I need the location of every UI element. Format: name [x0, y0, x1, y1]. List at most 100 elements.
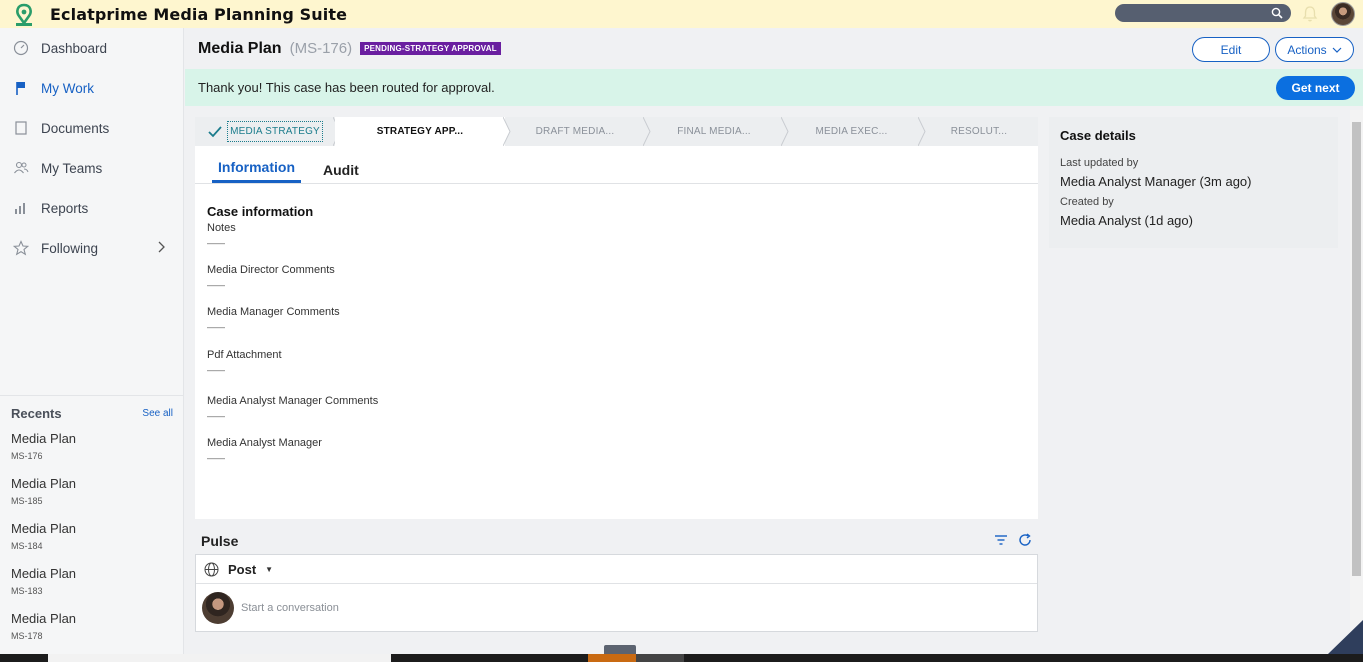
- edit-button[interactable]: Edit: [1192, 37, 1270, 62]
- recent-item[interactable]: Media Plan MS-178: [0, 611, 184, 656]
- success-banner: Thank you! This case has been routed for…: [185, 69, 1363, 106]
- field-value: ——: [207, 365, 225, 375]
- taskbar-app-icon[interactable]: [588, 654, 636, 662]
- app-title: Eclatprime Media Planning Suite: [50, 4, 348, 24]
- recent-item-title: Media Plan: [11, 476, 77, 491]
- app-logo-icon[interactable]: [13, 3, 35, 26]
- teams-icon: [12, 159, 30, 177]
- field-pdf-attachment: Pdf Attachment ——: [207, 349, 1038, 375]
- stage-label: DRAFT MEDIA...: [535, 126, 615, 137]
- sidebar: Dashboard My Work Documents My Teams Rep…: [0, 28, 184, 654]
- sidebar-item-reports[interactable]: Reports: [0, 188, 183, 228]
- vertical-scrollbar[interactable]: [1350, 110, 1363, 654]
- field-notes: Notes ——: [207, 222, 1038, 248]
- search-icon[interactable]: [1271, 7, 1283, 19]
- sidebar-item-documents[interactable]: Documents: [0, 108, 183, 148]
- pulse-composer: Post ▼ Start a conversation: [195, 554, 1038, 632]
- recent-item-title: Media Plan: [11, 566, 77, 581]
- user-avatar[interactable]: [1331, 2, 1355, 26]
- stage-final-media[interactable]: FINAL MEDIA...: [645, 117, 789, 146]
- recent-item-id: MS-176: [11, 451, 43, 461]
- field-label: Media Analyst Manager: [207, 437, 322, 449]
- case-details-title: Case details: [1060, 128, 1136, 143]
- star-icon: [12, 239, 30, 257]
- get-next-label: Get next: [1291, 81, 1340, 95]
- sidebar-item-label: Following: [41, 240, 99, 256]
- taskbar-search[interactable]: [48, 654, 391, 662]
- last-updated-label: Last updated by: [1060, 157, 1139, 169]
- sidebar-item-label: My Work: [41, 80, 94, 96]
- scrollbar-thumb[interactable]: [1352, 122, 1361, 576]
- last-updated-value: Media Analyst Manager (3m ago): [1060, 174, 1252, 189]
- notification-bell-icon[interactable]: [1302, 5, 1318, 28]
- sidebar-item-my-work[interactable]: My Work: [0, 68, 183, 108]
- refresh-icon[interactable]: [1018, 533, 1032, 552]
- recent-item-id: MS-184: [11, 541, 43, 551]
- case-main-panel: Information Audit Case information Notes…: [195, 146, 1038, 519]
- sidebar-item-following[interactable]: Following: [0, 228, 183, 268]
- field-media-manager-comments: Media Manager Comments ——: [207, 306, 1038, 332]
- bar-chart-icon: [12, 199, 30, 217]
- stage-media-strategy[interactable]: MEDIA STRATEGY: [195, 117, 341, 146]
- recent-item[interactable]: Media Plan MS-176: [0, 431, 184, 476]
- stage-label: FINAL MEDIA...: [677, 126, 751, 137]
- pulse-title: Pulse: [201, 533, 239, 549]
- recent-item[interactable]: Media Plan MS-185: [0, 476, 184, 521]
- field-value: ——: [207, 280, 225, 290]
- field-media-analyst-manager: Media Analyst Manager ——: [207, 437, 1038, 463]
- recent-item[interactable]: Media Plan MS-184: [0, 521, 184, 566]
- field-value: ——: [207, 453, 225, 463]
- sidebar-item-label: Reports: [41, 200, 89, 216]
- field-value: ——: [207, 411, 225, 421]
- stage-label: STRATEGY APP...: [376, 126, 464, 137]
- top-bar: Eclatprime Media Planning Suite: [0, 0, 1363, 28]
- chevron-down-icon: [1332, 47, 1342, 53]
- post-button[interactable]: Post: [228, 562, 256, 577]
- document-icon: [12, 119, 30, 137]
- field-label: Media Analyst Manager Comments: [207, 395, 379, 407]
- case-details-panel: Case details Last updated by Media Analy…: [1049, 117, 1338, 248]
- created-by-value: Media Analyst (1d ago): [1060, 213, 1193, 228]
- stage-label: MEDIA EXEC...: [815, 126, 888, 137]
- flag-icon: [12, 79, 30, 97]
- caret-down-icon[interactable]: ▼: [265, 565, 273, 574]
- stage-bar: MEDIA STRATEGY STRATEGY APP... DRAFT MED…: [195, 117, 1038, 146]
- sidebar-item-dashboard[interactable]: Dashboard: [0, 28, 183, 68]
- chevron-right-icon[interactable]: [157, 241, 165, 256]
- get-next-button[interactable]: Get next: [1276, 76, 1355, 100]
- edit-button-label: Edit: [1220, 42, 1242, 57]
- stage-draft-media[interactable]: DRAFT MEDIA...: [505, 117, 651, 146]
- checkmark-icon: [208, 125, 222, 137]
- recent-item-title: Media Plan: [11, 521, 77, 536]
- field-label: Pdf Attachment: [207, 349, 282, 361]
- see-all-link[interactable]: See all: [142, 408, 173, 419]
- tab-audit[interactable]: Audit: [317, 162, 365, 183]
- dashboard-icon: [12, 39, 30, 57]
- conversation-input[interactable]: Start a conversation: [241, 602, 339, 614]
- stage-strategy-approval[interactable]: STRATEGY APP...: [335, 117, 511, 146]
- field-label: Notes: [207, 222, 236, 234]
- recents-title: Recents: [11, 406, 62, 421]
- case-header: Media Plan (MS-176) PENDING-STRATEGY APP…: [185, 28, 1363, 69]
- sidebar-item-my-teams[interactable]: My Teams: [0, 148, 183, 188]
- actions-button[interactable]: Actions: [1275, 37, 1354, 62]
- status-badge: PENDING-STRATEGY APPROVAL: [360, 42, 501, 55]
- filter-icon[interactable]: [994, 533, 1008, 552]
- recent-item-id: MS-185: [11, 496, 43, 506]
- post-visibility-row: Post ▼: [196, 555, 1037, 584]
- tab-bar: Information Audit: [195, 146, 1038, 184]
- search-input[interactable]: [1115, 4, 1291, 22]
- created-by-label: Created by: [1060, 196, 1114, 208]
- tab-information[interactable]: Information: [212, 159, 301, 183]
- settings-corner-icon[interactable]: [1328, 620, 1363, 654]
- taskbar-app-icon[interactable]: [636, 654, 684, 662]
- sidebar-item-label: Dashboard: [41, 40, 108, 56]
- case-id: (MS-176): [289, 40, 353, 57]
- recent-item[interactable]: Media Plan MS-183: [0, 566, 184, 611]
- field-value: ——: [207, 238, 225, 248]
- stage-media-execution[interactable]: MEDIA EXEC...: [783, 117, 926, 146]
- stage-resolution[interactable]: RESOLUT...: [920, 117, 1038, 146]
- sidebar-item-label: My Teams: [41, 160, 103, 176]
- recents-panel: Recents See all Media Plan MS-176 Media …: [0, 395, 184, 656]
- field-value: ——: [207, 322, 225, 332]
